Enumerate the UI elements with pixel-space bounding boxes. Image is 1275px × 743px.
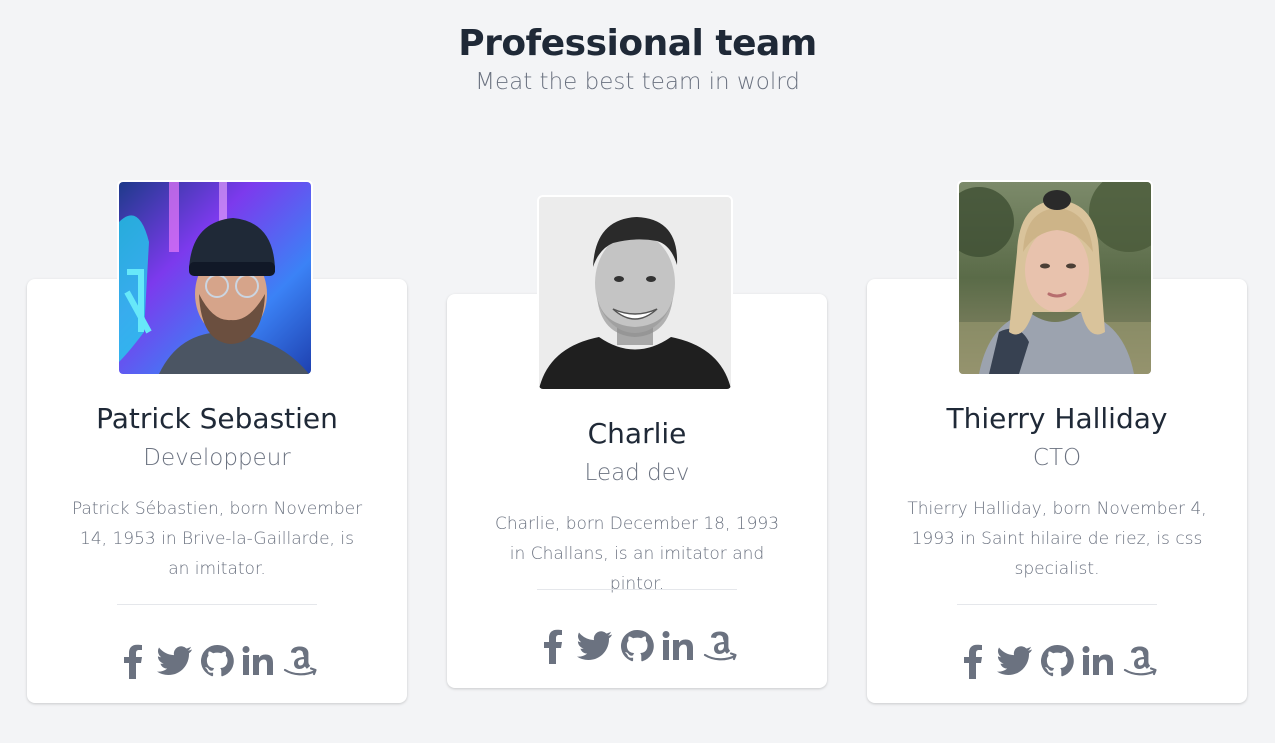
member-role: Lead dev [584, 460, 690, 486]
facebook-icon[interactable] [534, 626, 572, 666]
page-title: Professional team [458, 23, 817, 64]
member-name: Patrick Sebastien [96, 402, 338, 435]
smiling-man-bw-photo [539, 197, 731, 389]
member-bio: Charlie, born December 18, 1993 in Chall… [494, 514, 780, 594]
bearded-man-neon-photo [119, 182, 311, 374]
amazon-icon[interactable] [702, 626, 740, 666]
twitter-icon[interactable] [996, 641, 1034, 681]
member-bio: Thierry Halliday, born November 4, 1993 … [907, 499, 1207, 579]
avatar [117, 180, 313, 376]
avatar [537, 195, 733, 391]
team-card: Charlie Lead dev Charlie, born December … [447, 195, 827, 688]
member-name: Charlie [587, 417, 687, 450]
github-icon[interactable] [618, 626, 656, 666]
member-role: CTO [1032, 445, 1082, 471]
social-links [867, 641, 1247, 681]
team-page: Professional team Meat the best team in … [0, 0, 1275, 743]
amazon-icon[interactable] [282, 641, 320, 681]
divider [957, 604, 1157, 605]
avatar [957, 180, 1153, 376]
twitter-icon[interactable] [156, 641, 194, 681]
member-role: Developpeur [143, 445, 291, 471]
page-subtitle: Meat the best team in wolrd [475, 69, 800, 95]
divider [117, 604, 317, 605]
header: Professional team Meat the best team in … [0, 22, 1275, 97]
linkedin-icon[interactable] [660, 626, 698, 666]
social-links [447, 626, 827, 666]
blonde-woman-outdoor-photo [959, 182, 1151, 374]
member-name: Thierry Halliday [946, 402, 1168, 435]
facebook-icon[interactable] [114, 641, 152, 681]
github-icon[interactable] [198, 641, 236, 681]
twitter-icon[interactable] [576, 626, 614, 666]
facebook-icon[interactable] [954, 641, 992, 681]
team-card: Patrick Sebastien Developpeur Patrick Sé… [27, 180, 407, 703]
linkedin-icon[interactable] [240, 641, 278, 681]
github-icon[interactable] [1038, 641, 1076, 681]
team-card: Thierry Halliday CTO Thierry Halliday, b… [867, 180, 1247, 703]
divider [537, 589, 737, 590]
linkedin-icon[interactable] [1080, 641, 1118, 681]
social-links [27, 641, 407, 681]
member-bio: Patrick Sébastien, born November 14, 195… [71, 499, 363, 579]
amazon-icon[interactable] [1122, 641, 1160, 681]
